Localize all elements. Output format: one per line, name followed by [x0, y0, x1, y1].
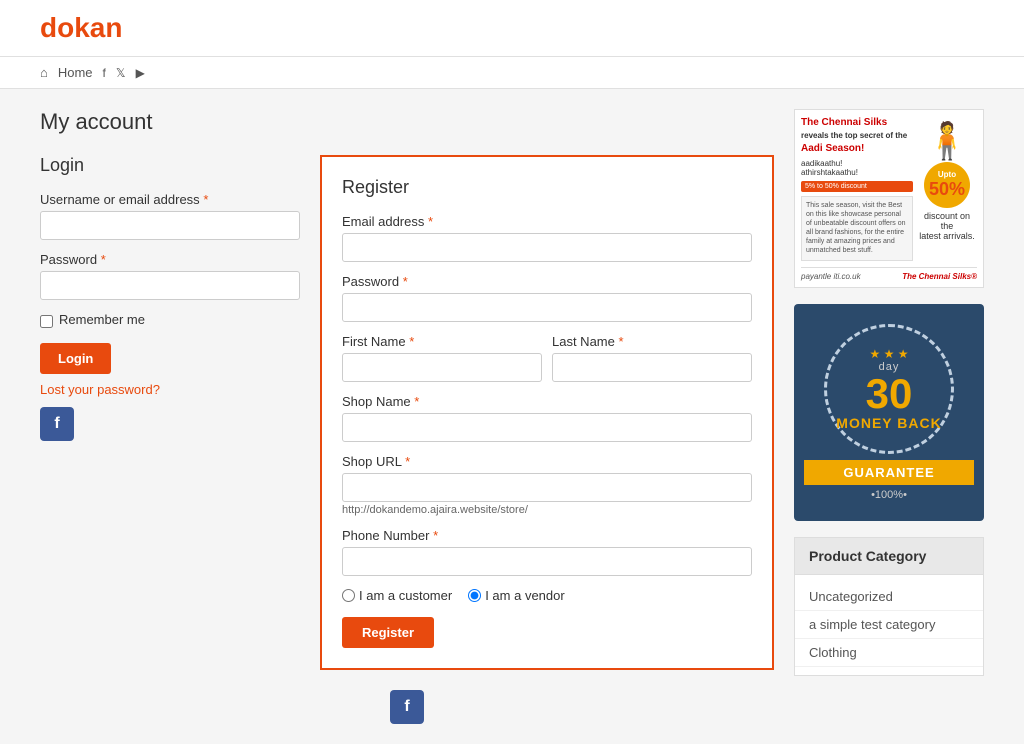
customer-radio-label[interactable]: I am a customer	[342, 588, 452, 603]
shop-url-label: Shop URL *	[342, 454, 752, 469]
facebook-icon: f	[54, 415, 59, 433]
page-title: My account	[40, 109, 774, 135]
last-name-label: Last Name *	[552, 334, 752, 349]
header: dokan	[0, 0, 1024, 57]
email-label: Email address *	[342, 214, 752, 229]
facebook-login-button[interactable]: f	[40, 407, 74, 441]
email-input[interactable]	[342, 233, 752, 262]
customer-radio[interactable]	[342, 589, 355, 602]
remember-row: Remember me	[40, 312, 300, 331]
first-name-group: First Name *	[342, 334, 542, 394]
guarantee-ribbon: GUARANTEE	[804, 460, 974, 485]
nav-bar: ⌂ Home f 𝕏 ▶	[0, 57, 1024, 89]
main-container: My account Login Username or email addre…	[0, 89, 1024, 744]
name-row: First Name * Last Name *	[342, 334, 752, 394]
chennai-ad: The Chennai Silks reveals the top secret…	[794, 109, 984, 288]
guarantee-percent: •100%•	[804, 489, 974, 501]
first-name-input[interactable]	[342, 353, 542, 382]
login-title: Login	[40, 155, 300, 176]
guarantee-ad: ★ ★ ★ day 30 MONEY BACK GUARANTEE •100%•	[794, 304, 984, 521]
logo: dokan	[40, 12, 984, 44]
facebook-register-button[interactable]: f	[390, 690, 424, 724]
logo-rest: okan	[57, 12, 122, 43]
radio-row: I am a customer I am a vendor	[342, 588, 752, 603]
category-item-uncategorized[interactable]: Uncategorized	[795, 583, 983, 611]
youtube-nav-link[interactable]: ▶	[136, 66, 145, 80]
login-button[interactable]: Login	[40, 343, 111, 374]
product-category-widget: Product Category Uncategorized a simple …	[794, 537, 984, 676]
reg-password-label: Password *	[342, 274, 752, 289]
first-name-label: First Name *	[342, 334, 542, 349]
product-category-list: Uncategorized a simple test category Clo…	[795, 575, 983, 675]
phone-input[interactable]	[342, 547, 752, 576]
stars: ★ ★ ★	[870, 347, 909, 361]
category-item-clothing[interactable]: Clothing	[795, 639, 983, 667]
guarantee-money-back: MONEY BACK	[836, 415, 941, 431]
shop-name-input[interactable]	[342, 413, 752, 442]
content-area: My account Login Username or email addre…	[40, 109, 774, 724]
remember-me-label: Remember me	[59, 312, 145, 327]
person-image: 🧍	[925, 120, 970, 162]
register-title: Register	[342, 177, 752, 198]
vendor-radio-label[interactable]: I am a vendor	[468, 588, 565, 603]
home-link[interactable]: Home	[58, 65, 93, 80]
bottom-facebook-area: f	[40, 680, 774, 724]
ad-headline: The Chennai Silks reveals the top secret…	[801, 116, 913, 155]
facebook-nav-link[interactable]: f	[103, 66, 106, 80]
login-section: Login Username or email address * Passwo…	[40, 155, 300, 670]
remember-me-checkbox[interactable]	[40, 315, 53, 328]
register-section: Register Email address * Password * Firs…	[320, 155, 774, 670]
shop-url-hint: http://dokandemo.ajaira.website/store/	[342, 504, 752, 516]
guarantee-circle: ★ ★ ★ day 30 MONEY BACK	[824, 324, 954, 454]
twitter-nav-link[interactable]: 𝕏	[116, 66, 126, 80]
sidebar: The Chennai Silks reveals the top secret…	[794, 109, 984, 724]
password-input[interactable]	[40, 271, 300, 300]
register-button[interactable]: Register	[342, 617, 434, 648]
last-name-input[interactable]	[552, 353, 752, 382]
lost-password-link[interactable]: Lost your password?	[40, 382, 300, 397]
facebook-bottom-icon: f	[404, 698, 409, 716]
category-item-simple-test[interactable]: a simple test category	[795, 611, 983, 639]
shop-url-input[interactable]	[342, 473, 752, 502]
last-name-group: Last Name *	[552, 334, 752, 394]
logo-d: d	[40, 12, 57, 43]
username-label: Username or email address *	[40, 192, 300, 207]
username-input[interactable]	[40, 211, 300, 240]
guarantee-number: 30	[866, 373, 913, 415]
reg-password-input[interactable]	[342, 293, 752, 322]
vendor-radio[interactable]	[468, 589, 481, 602]
product-category-title: Product Category	[795, 538, 983, 575]
shop-name-label: Shop Name *	[342, 394, 752, 409]
home-icon: ⌂	[40, 65, 48, 80]
password-label: Password *	[40, 252, 300, 267]
forms-row: Login Username or email address * Passwo…	[40, 155, 774, 670]
phone-label: Phone Number *	[342, 528, 752, 543]
